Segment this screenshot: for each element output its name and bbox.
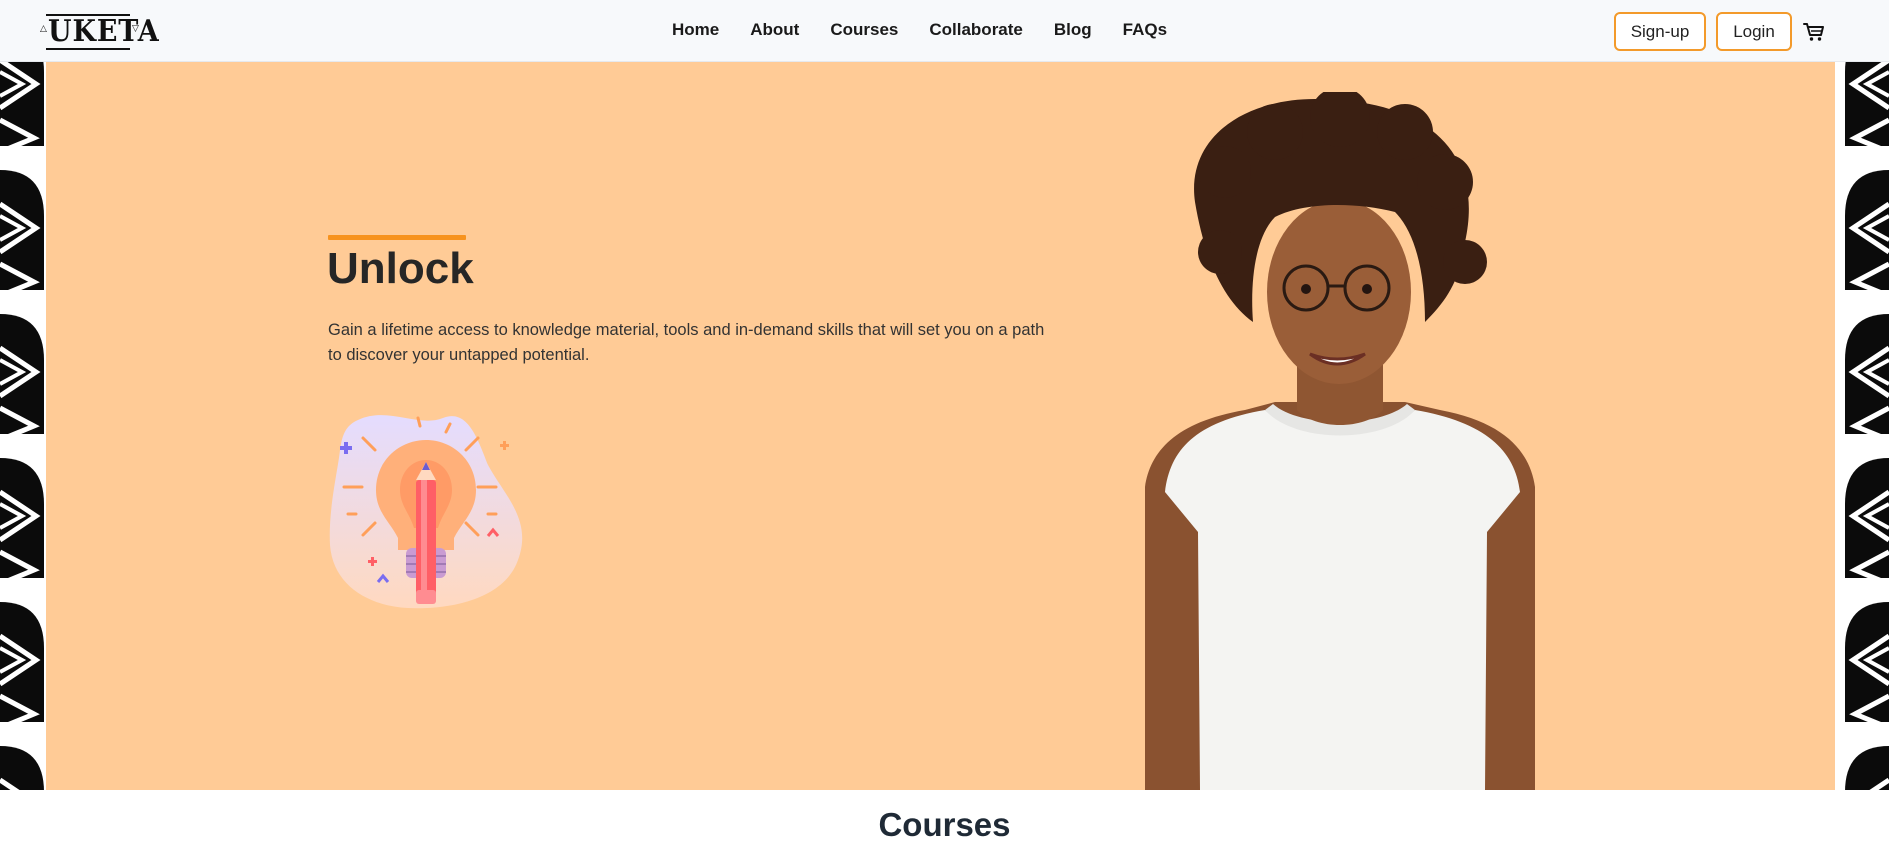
tribal-pattern-left [0,62,46,790]
nav-link-about[interactable]: About [750,20,799,40]
lightbulb-pencil-icon [329,415,523,609]
signup-button[interactable]: Sign-up [1614,12,1706,51]
hero-title: Unlock [327,244,474,293]
hero-person-image [1145,92,1535,790]
nav-link-collaborate[interactable]: Collaborate [929,20,1023,40]
nav-link-faqs[interactable]: FAQs [1123,20,1167,40]
nav-link-home[interactable]: Home [672,20,719,40]
logo-triangle-right: ▽ [132,24,139,34]
hero-accent-bar [328,235,466,240]
logo-bottom-rule [46,48,130,50]
logo-triangle-left: △ [40,24,47,34]
hero-section: Unlock Gain a lifetime access to knowled… [0,62,1889,790]
navbar: △ UKETA ▽ Home About Courses Collaborate… [0,0,1889,62]
tribal-pattern-right [1835,62,1889,790]
nav-link-blog[interactable]: Blog [1054,20,1092,40]
brand-logo[interactable]: △ UKETA ▽ [40,10,159,52]
hero-description: Gain a lifetime access to knowledge mate… [328,321,1045,364]
logo-text: UKETA [48,14,160,49]
nav-link-courses[interactable]: Courses [830,20,898,40]
courses-section-title: Courses [878,806,1011,843]
cart-icon[interactable] [1803,22,1825,42]
login-button[interactable]: Login [1716,12,1792,51]
main-nav: Home About Courses Collaborate Blog FAQs [672,20,1167,40]
